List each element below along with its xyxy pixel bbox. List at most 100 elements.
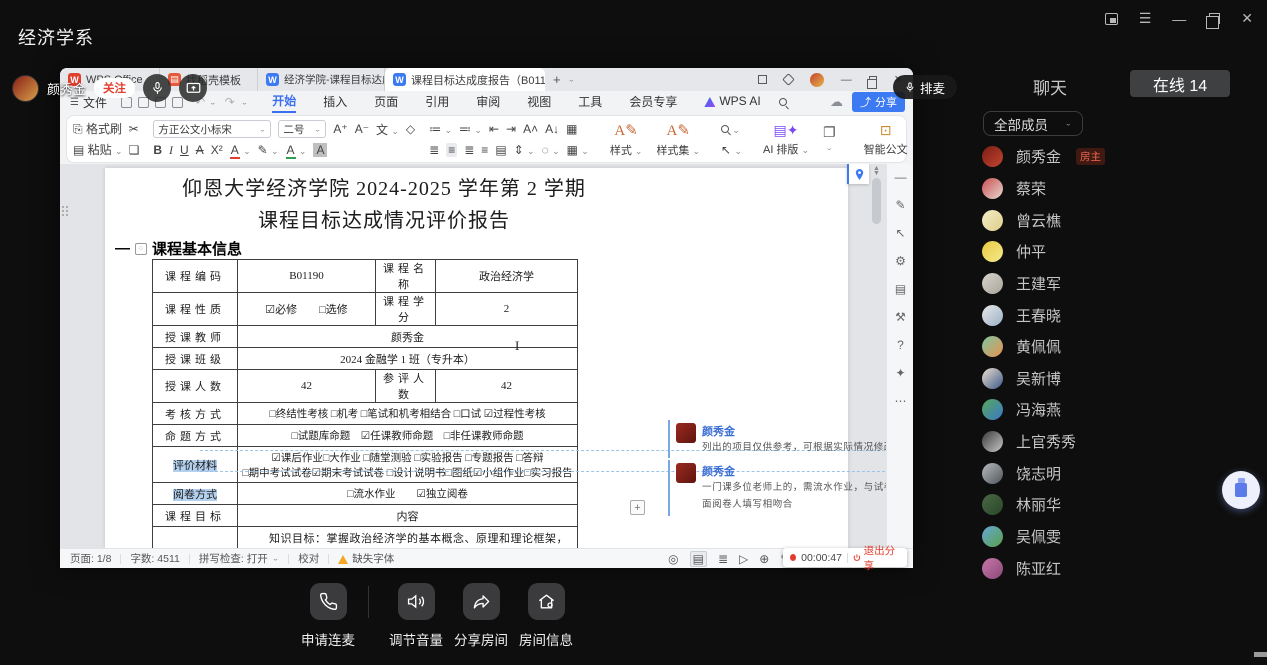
close-button[interactable]: ✕ [1241, 10, 1253, 27]
cell-label[interactable]: 课程名称 [376, 260, 436, 293]
select-button[interactable]: ↖ ⌄ [721, 143, 742, 157]
restore-button[interactable] [1209, 13, 1220, 24]
room-info-action[interactable]: 房间信息 [513, 583, 579, 649]
align-center-icon[interactable]: ≡ [446, 143, 457, 157]
cell-value[interactable]: 政治经济学 [436, 260, 578, 293]
more-icon[interactable]: ⋯ [887, 394, 913, 408]
paste-button[interactable]: ▤ 粘贴 ⌄ [73, 141, 123, 158]
cell-checkboxes[interactable]: □期中考试试卷☑期末考试试卷 □设计说明书□图纸☑小组作业□实习报告 [240, 465, 575, 480]
word-count[interactable]: 字数: 4511 [130, 551, 179, 566]
eye-protect-icon[interactable]: ◎ [668, 552, 678, 566]
member-filter-dropdown[interactable]: 全部成员 ⌄ [983, 111, 1083, 136]
course-info-table[interactable]: 课程编码 B01190 课程名称 政治经济学 课程性质 ☑必修 □选修 课程学分… [152, 259, 578, 548]
spellcheck-status[interactable]: 拼写检查: 打开 [199, 551, 268, 566]
collapse-panel-icon[interactable]: — [887, 170, 913, 184]
multi-select-button[interactable]: ❐ ⌄ [816, 118, 843, 160]
cell-label[interactable]: 课程学分 [376, 293, 436, 326]
cell-value[interactable]: 内容 [238, 505, 578, 527]
cell-label[interactable]: 课程性质 [153, 293, 238, 326]
number-list-button[interactable]: ≕ ⌄ [459, 122, 482, 136]
underline-button[interactable]: U [180, 143, 189, 157]
scroll-up-icon[interactable]: ▲▼ [872, 166, 881, 176]
decrease-indent-icon[interactable]: ⇤ [489, 122, 499, 136]
cell-label[interactable]: 命题方式 [153, 425, 238, 447]
table-row[interactable]: 授课人数 42 参评人数 42 [153, 370, 578, 403]
member-row[interactable]: 林丽华 [982, 492, 1262, 516]
table-row[interactable]: 命题方式 □试题库命题 ☑任课教师命题 □非任课教师命题 [153, 425, 578, 447]
room-info-icon[interactable] [528, 583, 565, 620]
comment-card[interactable]: 颜秀金 一门课多位老师上的，需流水作业，与试卷封面阅卷人填写相吻合 [668, 460, 913, 516]
member-row[interactable]: 饶志明 [982, 461, 1262, 485]
new-tab-button[interactable]: + [553, 72, 561, 87]
wps-restore-button[interactable] [869, 76, 877, 84]
cell-label[interactable]: 参评人数 [376, 370, 436, 403]
clear-format-icon[interactable]: ◇ [406, 122, 415, 136]
ai-layout-button[interactable]: ▤✦ AI 排版 ⌄ [756, 118, 816, 160]
cell-label[interactable]: 授课班级 [153, 348, 238, 370]
cell-checkboxes[interactable]: □试题库命题 ☑任课教师命题 □非任课教师命题 [238, 425, 578, 447]
member-row[interactable]: 冯海燕 [982, 397, 1262, 421]
outline-view-icon[interactable]: ≣ [718, 552, 728, 566]
account-avatar[interactable] [810, 73, 824, 87]
cell-value[interactable]: 颜秀金 [238, 326, 578, 348]
cloud-sync-icon[interactable]: ☁ [830, 94, 843, 110]
align-left-icon[interactable]: ≣ [429, 143, 439, 157]
member-row[interactable]: 王建军 [982, 271, 1262, 295]
table-row[interactable]: 授课班级 2024 金融学 1 班（专升本） [153, 348, 578, 370]
cell-label[interactable]: 考核方式 [153, 403, 238, 425]
menu-reference[interactable]: 引用 [425, 93, 449, 112]
usb-floating-widget[interactable] [1222, 471, 1260, 509]
cell-checkboxes[interactable]: □终结性考核 □机考 □笔试和机考相结合 □口试 ☑过程性考核 [238, 403, 578, 425]
member-row[interactable]: 吴新博 [982, 366, 1262, 390]
bullet-list-button[interactable]: ≔ ⌄ [429, 122, 452, 136]
tab-list-chevron-icon[interactable]: ⌄ [568, 76, 576, 84]
cell-label[interactable]: 授课教师 [153, 326, 238, 348]
minimize-button[interactable]: — [1172, 11, 1186, 27]
cell-label-highlighted[interactable]: 阅卷方式 [173, 489, 217, 501]
bold-button[interactable]: B [153, 143, 162, 157]
share-room-action[interactable]: 分享房间 [448, 583, 514, 649]
cell-label[interactable]: 课程编码 [153, 260, 238, 293]
menu-member[interactable]: 会员专享 [629, 93, 677, 112]
align-justify-icon[interactable]: ≡ [481, 143, 488, 157]
table-grid-icon[interactable]: ▦ [566, 122, 577, 136]
align-right-icon[interactable]: ≣ [464, 143, 474, 157]
cell-label[interactable]: 课程目标 [153, 505, 238, 527]
edit-pen-icon[interactable]: ✎ [887, 198, 913, 212]
smart-doc-button[interactable]: ⊡ 智能公文 [857, 118, 915, 160]
screen-share-button[interactable] [179, 74, 207, 102]
raise-mic-button[interactable]: 排麦 [893, 75, 957, 99]
undo-chevron-icon[interactable]: ⌄ [209, 98, 217, 106]
cell-label[interactable]: 目标 1 [153, 527, 238, 549]
comment-author[interactable]: 颜秀金 [702, 463, 735, 479]
distribute-icon[interactable]: ▤ [495, 143, 506, 157]
member-row[interactable]: 颜秀金 房主 [982, 144, 1262, 168]
proofread-button[interactable]: 校对 [298, 551, 319, 566]
increase-font-icon[interactable]: A⁺ [333, 122, 347, 136]
table-row[interactable]: 课程编码 B01190 课程名称 政治经济学 [153, 260, 578, 293]
follow-button[interactable]: 关注 [94, 78, 135, 98]
font-name-select[interactable]: 方正公文小标宋⌄ [153, 120, 271, 138]
comment-card[interactable]: 颜秀金 列出的项目仅供参考，可根据实际情况修改 [668, 420, 913, 458]
cut-icon[interactable]: ✂ [129, 122, 140, 136]
sort-icon[interactable]: A↓ [545, 122, 559, 136]
pin-top-icon[interactable] [758, 75, 767, 84]
superscript-button[interactable]: X² [211, 143, 223, 157]
exit-share-button[interactable]: 退出分享 [853, 543, 900, 573]
tab-chat[interactable]: 聊天 [1033, 74, 1067, 99]
cell-value[interactable]: 2 [436, 293, 578, 326]
table-row[interactable]: 阅卷方式 □流水作业 ☑独立阅卷 [153, 483, 578, 505]
read-mode-icon[interactable]: ▷ [739, 552, 748, 566]
comment-author[interactable]: 颜秀金 [702, 423, 735, 439]
cell-checkboxes[interactable]: □流水作业 ☑独立阅卷 [238, 483, 578, 505]
document-area[interactable]: 仰恩大学经济学院 2024-2025 学年第 2 学期 课程目标达成情况评价报告… [60, 164, 913, 548]
volume-action[interactable]: 调节音量 [383, 583, 449, 649]
search-icon[interactable] [779, 98, 787, 106]
skin-icon[interactable]: ✦ [887, 366, 913, 380]
style-set-button[interactable]: A✎ 样式集 ⌄ [649, 118, 707, 160]
tab-doc-active[interactable]: W 课程目标达成度报告（B0119 ✕ [385, 68, 545, 91]
member-row[interactable]: 吴佩雯 [982, 524, 1262, 548]
goal-1-text[interactable]: 知识目标：掌握政治经济学的基本概念、原理和理论框架，包括商品、价值、货币、市场经… [238, 527, 578, 549]
pen-color-icon[interactable]: ✎ ⌄ [258, 143, 279, 157]
member-row[interactable]: 蔡荣 [982, 176, 1262, 200]
